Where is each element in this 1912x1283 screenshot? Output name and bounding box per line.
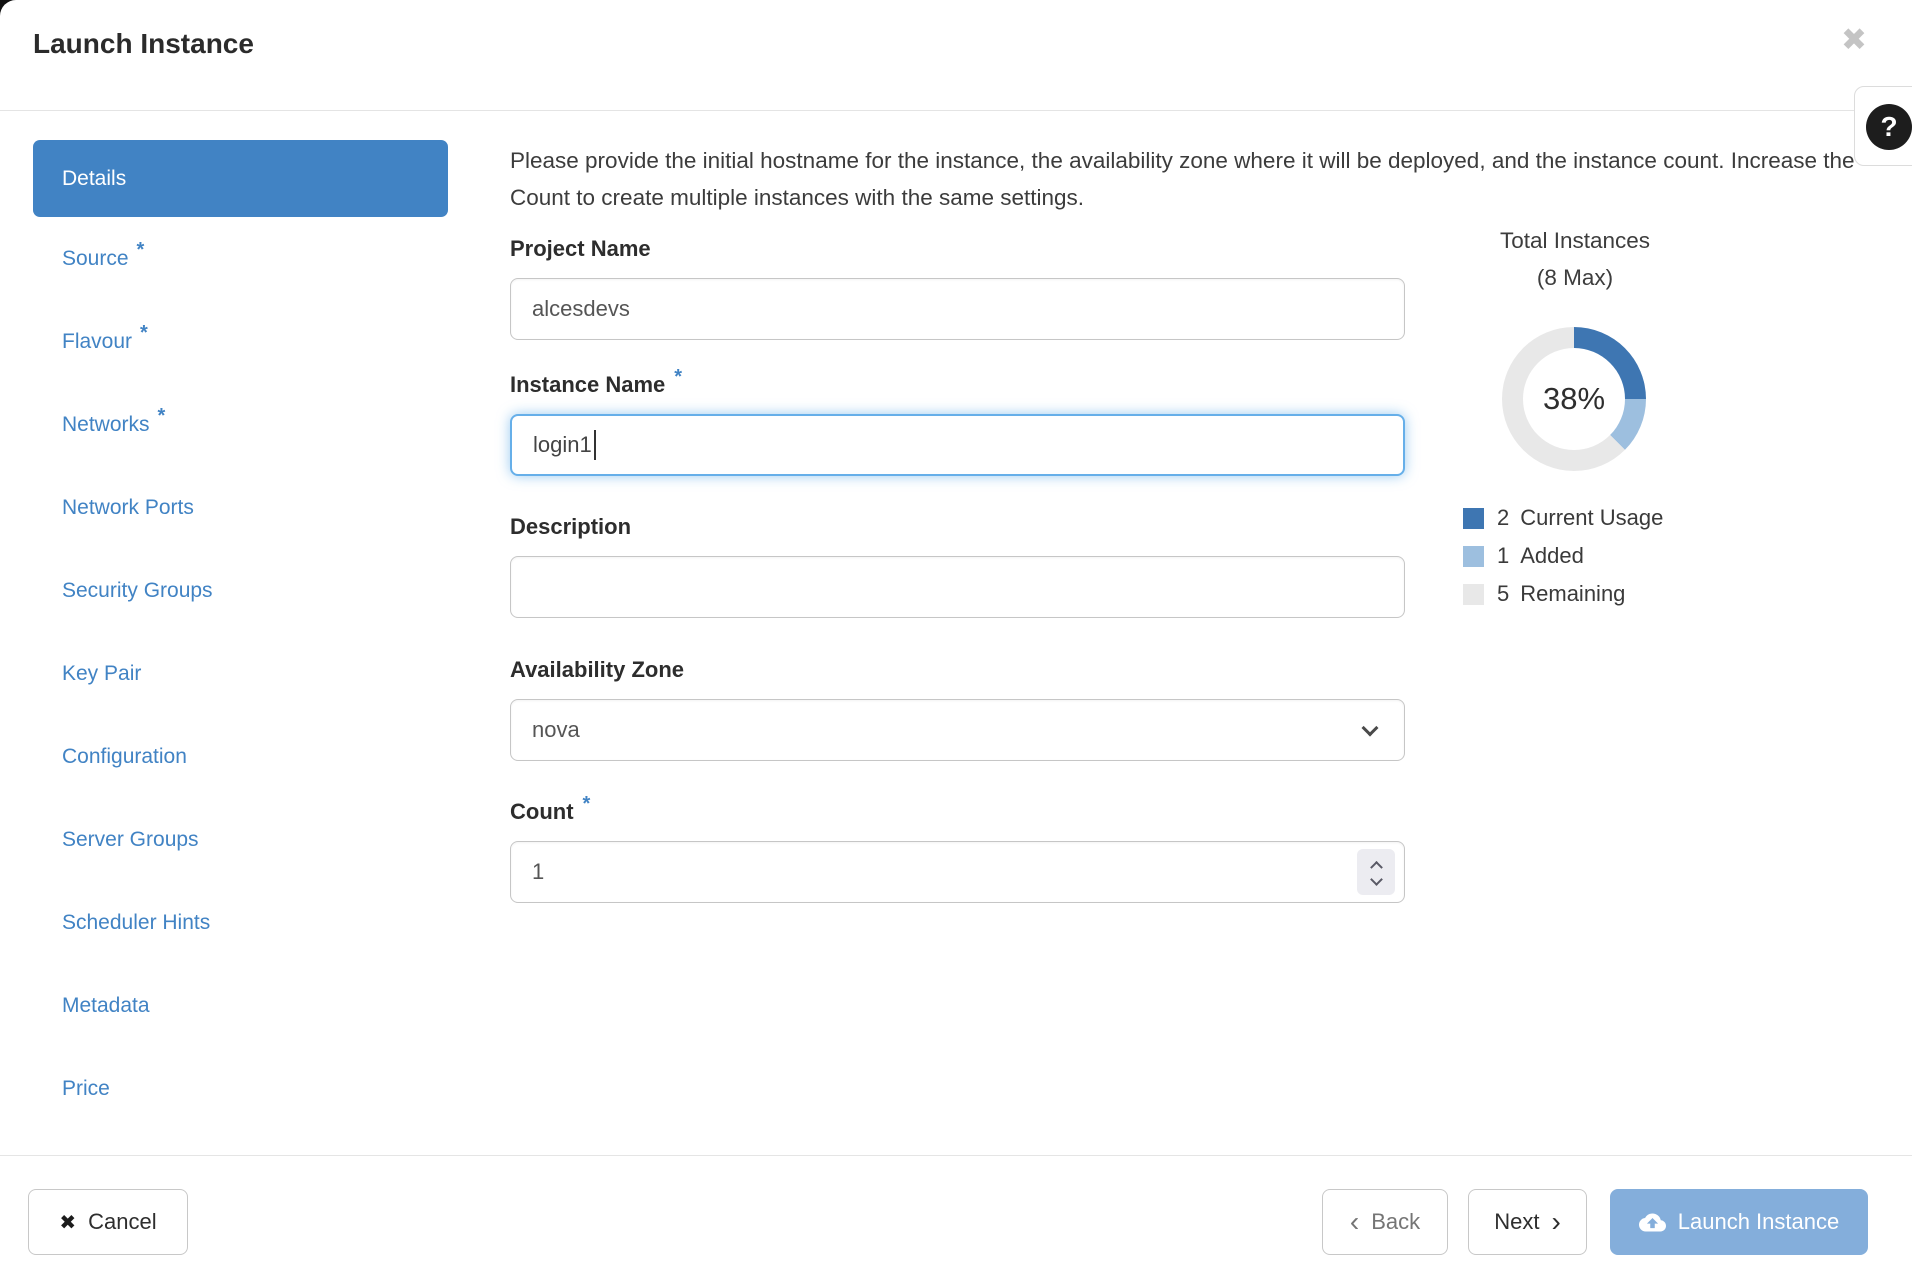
legend-item: 5 Remaining (1463, 575, 1663, 613)
selected-option: nova (532, 717, 580, 742)
cancel-button[interactable]: ✖ Cancel (28, 1189, 188, 1255)
footer-divider (0, 1155, 1912, 1156)
wizard-sidebar: Details Source * Flavour * Networks * Ne… (33, 140, 448, 1130)
sidebar-item-label: Security Groups (62, 578, 213, 602)
legend-label: Remaining (1520, 581, 1626, 606)
chevron-down-icon (1361, 719, 1379, 737)
legend-swatch (1463, 545, 1484, 567)
required-star: * (136, 239, 145, 261)
availability-zone-select[interactable]: nova (510, 699, 1405, 761)
label-text: Count (510, 799, 574, 824)
project-name-wrap (510, 278, 1405, 340)
label-text: Instance Name (510, 372, 666, 397)
count-input[interactable] (510, 841, 1405, 903)
legend-label: Added (1520, 543, 1584, 568)
legend-value: 5 (1497, 581, 1510, 606)
sidebar-item-server-groups[interactable]: Server Groups (33, 798, 448, 881)
description-group: Description (510, 514, 1405, 618)
availability-zone-group: Availability Zone nova (510, 657, 1405, 761)
legend-label: Current Usage (1520, 505, 1664, 530)
chevron-left-icon: ‹ (1349, 1206, 1360, 1237)
sidebar-item-metadata[interactable]: Metadata (33, 964, 448, 1047)
sidebar-item-key-pair[interactable]: Key Pair (33, 632, 448, 715)
back-button[interactable]: ‹ Back (1322, 1189, 1448, 1255)
availability-zone-label: Availability Zone (510, 657, 1405, 683)
quota-subtitle: (8 Max) (1536, 265, 1614, 290)
label-text: Description (510, 514, 632, 539)
next-label: Next (1494, 1209, 1540, 1234)
sidebar-item-security-groups[interactable]: Security Groups (33, 549, 448, 632)
description-wrap (510, 556, 1405, 618)
sidebar-item-configuration[interactable]: Configuration (33, 715, 448, 798)
sidebar-item-label: Price (62, 1076, 110, 1100)
instance-name-wrap (510, 414, 1405, 476)
chevron-right-icon: › (1551, 1206, 1561, 1237)
sidebar-item-label: Networks (62, 412, 150, 436)
sidebar-item-scheduler-hints[interactable]: Scheduler Hints (33, 881, 448, 964)
sidebar-item-label: Scheduler Hints (62, 910, 211, 934)
intro-text: Please provide the initial hostname for … (510, 148, 1855, 210)
donut-legend: 2 Current Usage 1 Added 5 Remaining (1463, 499, 1663, 613)
sidebar-item-details[interactable]: Details (33, 140, 448, 217)
project-name-label: Project Name (510, 236, 1405, 262)
quantity-stepper[interactable] (1357, 849, 1395, 895)
project-name-input[interactable] (510, 278, 1405, 340)
count-label: Count * (510, 793, 1405, 825)
quota-title: Total Instances (1499, 228, 1651, 253)
required-star: * (582, 793, 591, 815)
required-star: * (140, 322, 148, 344)
legend-item: 1 Added (1463, 537, 1663, 575)
launch-instance-modal: Launch Instance ✖ ? Details Source * Fla… (0, 0, 1912, 1283)
legend-swatch (1463, 583, 1484, 605)
launch-label: Launch Instance (1677, 1209, 1840, 1234)
sidebar-item-networks[interactable]: Networks * (33, 383, 448, 466)
header-divider (0, 110, 1912, 111)
instance-name-input[interactable] (510, 414, 1405, 476)
description-input[interactable] (510, 556, 1405, 618)
count-wrap (510, 841, 1405, 903)
sidebar-item-label: Details (62, 166, 127, 190)
legend-item: 2 Current Usage (1463, 499, 1663, 537)
sidebar-item-price[interactable]: Price (33, 1047, 448, 1130)
help-icon: ? (1866, 104, 1912, 150)
instances-donut-chart: 38% (1502, 327, 1646, 471)
sidebar-item-flavour[interactable]: Flavour * (33, 300, 448, 383)
sidebar-item-label: Source (62, 246, 129, 270)
label-text: Project Name (510, 236, 651, 261)
sidebar-item-label: Configuration (62, 744, 187, 768)
count-group: Count * (510, 793, 1405, 903)
x-icon: ✖ (59, 1211, 77, 1234)
sidebar-item-source[interactable]: Source * (33, 217, 448, 300)
sidebar-item-label: Flavour (62, 329, 133, 353)
sidebar-item-network-ports[interactable]: Network Ports (33, 466, 448, 549)
description-label: Description (510, 514, 1405, 540)
sidebar-item-label: Network Ports (62, 495, 194, 519)
text-caret (594, 430, 596, 460)
close-icon[interactable]: ✖ (1841, 22, 1867, 58)
project-name-group: Project Name (510, 236, 1405, 340)
cancel-label: Cancel (88, 1209, 157, 1234)
donut-percent: 38% (1523, 348, 1625, 450)
sidebar-item-label: Key Pair (62, 661, 142, 685)
next-button[interactable]: Next › (1468, 1189, 1587, 1255)
legend-value: 1 (1497, 543, 1510, 568)
backdrop-corner (0, 0, 26, 20)
back-label: Back (1371, 1209, 1421, 1234)
cloud-upload-icon (1638, 1209, 1666, 1236)
instance-name-group: Instance Name * (510, 366, 1405, 476)
legend-value: 2 (1497, 505, 1510, 530)
stepper-down-icon[interactable] (1369, 873, 1383, 886)
sidebar-item-label: Metadata (62, 993, 150, 1017)
page-title: Launch Instance (33, 28, 254, 59)
sidebar-item-label: Server Groups (62, 827, 199, 851)
required-star: * (157, 405, 166, 427)
label-text: Availability Zone (510, 657, 685, 682)
help-button[interactable]: ? (1854, 86, 1912, 166)
launch-instance-button[interactable]: Launch Instance (1610, 1189, 1868, 1255)
legend-swatch (1463, 507, 1484, 529)
instance-name-label: Instance Name * (510, 366, 1405, 398)
required-star: * (674, 366, 683, 388)
